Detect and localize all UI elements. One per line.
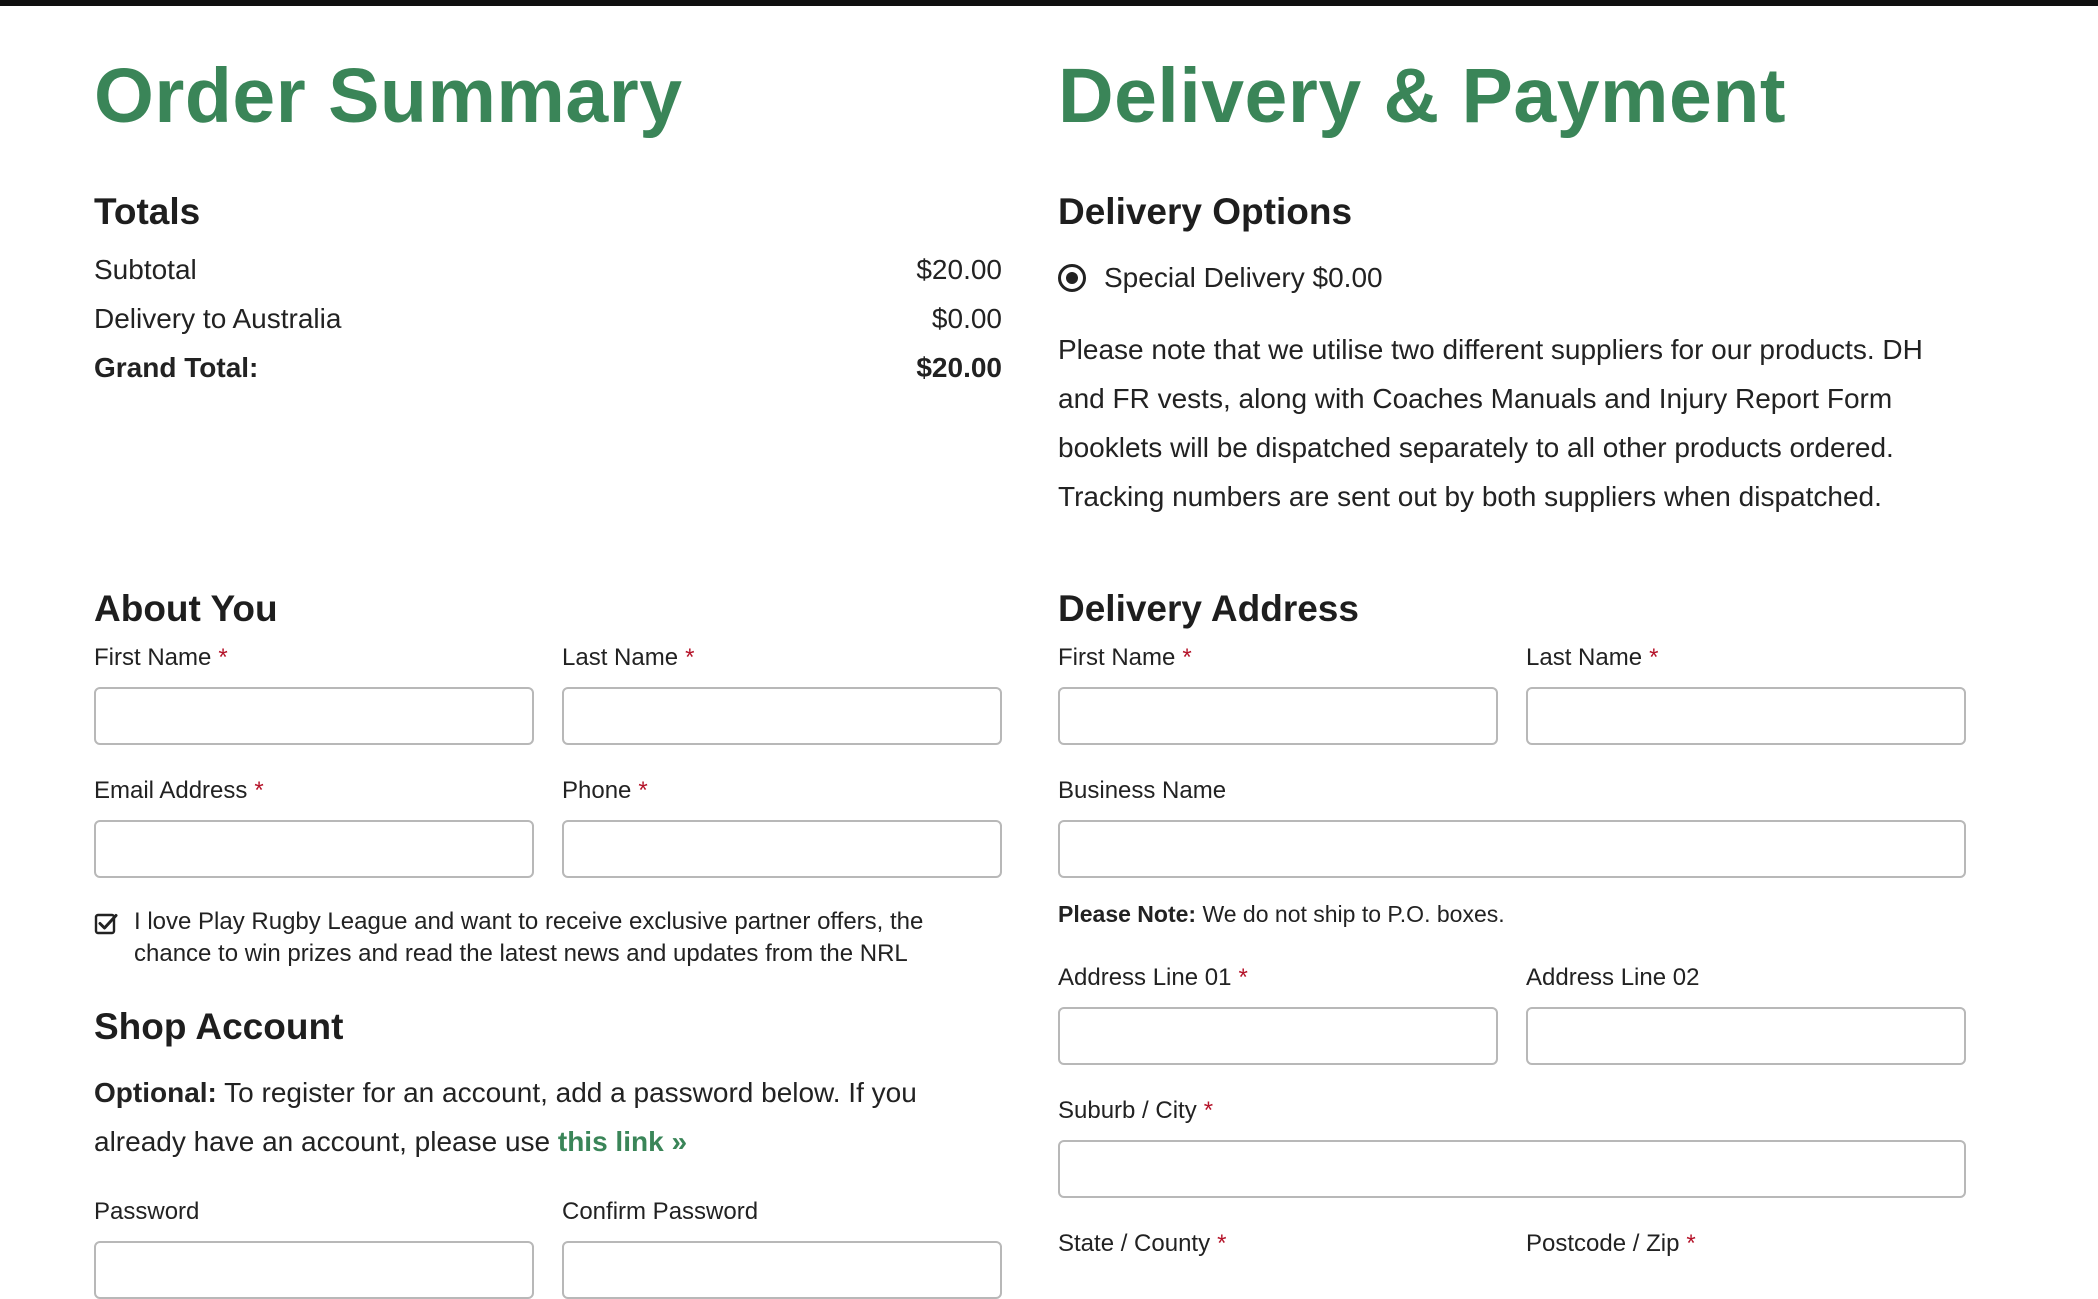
subtotal-value: $20.00 xyxy=(916,254,1002,285)
required-mark: * xyxy=(1238,964,1248,991)
required-mark: * xyxy=(254,777,264,804)
supplier-notice: Please note that we utilise two differen… xyxy=(1058,334,1923,512)
city-input[interactable] xyxy=(1058,1140,1966,1198)
business-name-label: Business Name xyxy=(1058,777,1227,804)
first-name-label: First Name * xyxy=(94,644,228,671)
phone-label: Phone * xyxy=(562,777,648,804)
delivery-last-name-label: Last Name * xyxy=(1526,644,1659,671)
email-input[interactable] xyxy=(94,820,534,878)
about-you-heading: About You xyxy=(94,588,278,629)
state-label: State / County * xyxy=(1058,1230,1227,1257)
last-name-input[interactable] xyxy=(562,687,1002,745)
email-label: Email Address * xyxy=(94,777,264,804)
checkbox-checked-icon[interactable] xyxy=(94,912,118,936)
optional-label: Optional: xyxy=(94,1077,217,1108)
delivery-label: Delivery to Australia xyxy=(94,303,342,334)
confirm-password-label: Confirm Password xyxy=(562,1198,759,1225)
delivery-address-heading: Delivery Address xyxy=(1058,588,1359,629)
delivery-options-heading: Delivery Options xyxy=(1058,191,1353,232)
delivery-first-name-label: First Name * xyxy=(1058,644,1192,671)
business-name-input[interactable] xyxy=(1058,820,1966,878)
address-line-2-label: Address Line 02 xyxy=(1526,964,1700,991)
address-line-1-label: Address Line 01 * xyxy=(1058,964,1248,991)
po-box-note: Please Note: We do not ship to P.O. boxe… xyxy=(1058,901,1505,927)
note-label: Please Note: xyxy=(1058,901,1197,927)
phone-input[interactable] xyxy=(562,820,1002,878)
required-mark: * xyxy=(1182,644,1192,671)
confirm-password-input[interactable] xyxy=(562,1241,1002,1299)
delivery-first-name-input[interactable] xyxy=(1058,687,1498,745)
first-name-input[interactable] xyxy=(94,687,534,745)
subtotal-row: Subtotal $20.00 xyxy=(94,250,1002,290)
postcode-label: Postcode / Zip * xyxy=(1526,1230,1696,1257)
grand-total-value: $20.00 xyxy=(916,352,1002,383)
delivery-row: Delivery to Australia $0.00 xyxy=(94,299,1002,339)
account-link[interactable]: this link » xyxy=(558,1126,687,1157)
totals-heading: Totals xyxy=(94,191,201,232)
delivery-value: $0.00 xyxy=(931,303,1002,334)
special-delivery-label: Special Delivery $0.00 xyxy=(1104,262,1383,293)
radio-selected-icon[interactable] xyxy=(1058,264,1086,292)
required-mark: * xyxy=(638,777,648,804)
address-line-2-input[interactable] xyxy=(1526,1007,1966,1065)
required-mark: * xyxy=(685,644,695,671)
order-summary-title: Order Summary xyxy=(94,53,683,139)
required-mark: * xyxy=(218,644,228,671)
top-bar xyxy=(0,0,2098,6)
required-mark: * xyxy=(1686,1230,1696,1257)
required-mark: * xyxy=(1649,644,1659,671)
password-label: Password xyxy=(94,1198,200,1225)
city-label: Suburb / City * xyxy=(1058,1097,1214,1124)
delivery-payment-title: Delivery & Payment xyxy=(1058,53,1787,139)
newsletter-text: I love Play Rugby League and want to rec… xyxy=(134,908,924,967)
password-input[interactable] xyxy=(94,1241,534,1299)
shop-account-heading: Shop Account xyxy=(94,1006,344,1047)
shop-account-description: Optional: To register for an account, ad… xyxy=(94,1077,917,1157)
required-mark: * xyxy=(1217,1230,1227,1257)
subtotal-label: Subtotal xyxy=(94,254,197,285)
last-name-label: Last Name * xyxy=(562,644,695,671)
grand-total-row: Grand Total: $20.00 xyxy=(94,348,1002,388)
address-line-1-input[interactable] xyxy=(1058,1007,1498,1065)
required-mark: * xyxy=(1203,1097,1214,1124)
delivery-last-name-input[interactable] xyxy=(1526,687,1966,745)
grand-total-label: Grand Total: xyxy=(94,352,259,383)
